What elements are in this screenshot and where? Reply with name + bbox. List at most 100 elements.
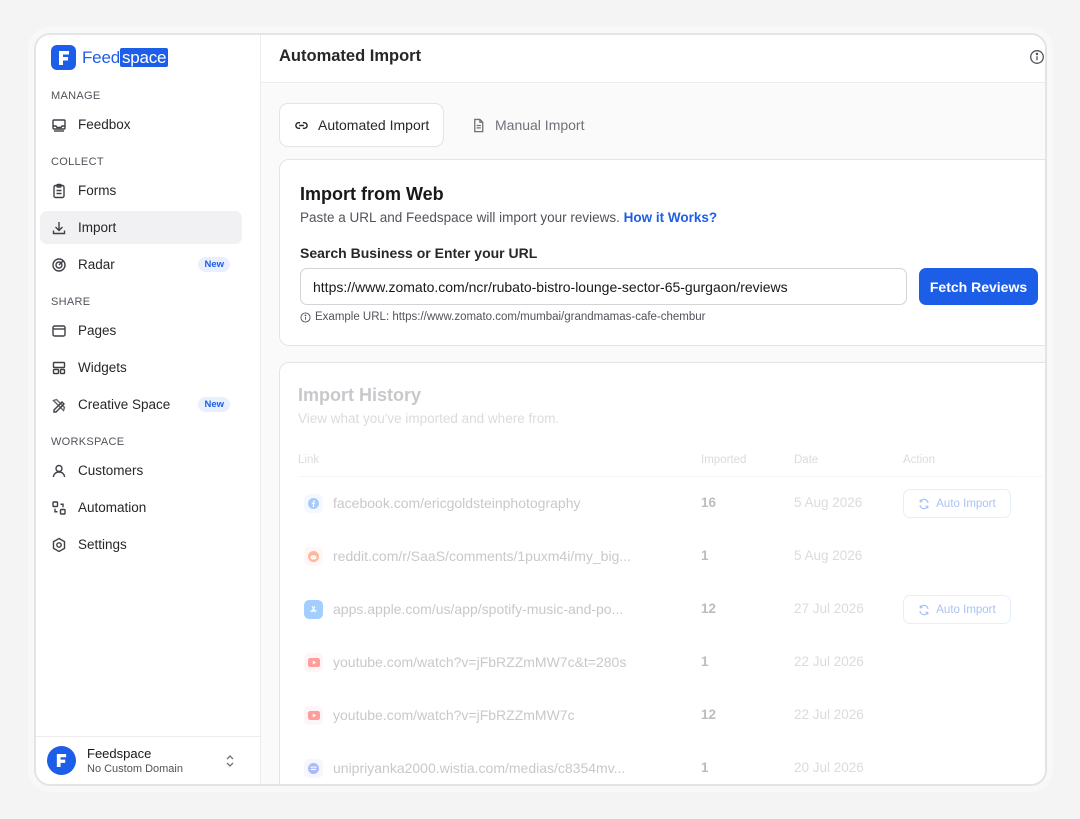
tab-label: Automated Import bbox=[318, 117, 430, 133]
table-row[interactable]: youtube.com/watch?v=jFbRZZmMW7c&t=280s 1… bbox=[280, 636, 1045, 689]
user-icon bbox=[52, 464, 66, 477]
gear-icon bbox=[52, 537, 66, 552]
account-domain: No Custom Domain bbox=[87, 763, 183, 775]
sidebar-item-radar[interactable]: Radar New bbox=[40, 248, 242, 281]
new-badge: New bbox=[198, 397, 230, 412]
youtube-icon bbox=[304, 653, 323, 672]
reddit-icon bbox=[304, 547, 323, 566]
row-imported-count: 1 bbox=[701, 548, 709, 563]
section-manage: MANAGE bbox=[51, 90, 101, 102]
sidebar-item-feedbox[interactable]: Feedbox bbox=[40, 108, 242, 141]
fetch-reviews-button[interactable]: Fetch Reviews bbox=[919, 268, 1038, 305]
sidebar-item-pages[interactable]: Pages bbox=[40, 314, 242, 347]
table-row[interactable]: reddit.com/r/SaaS/comments/1puxm4i/my_bi… bbox=[280, 530, 1045, 583]
link-icon bbox=[295, 121, 308, 129]
card-title: Import from Web bbox=[300, 184, 444, 204]
table-row[interactable]: apps.apple.com/us/app/spotify-music-and-… bbox=[280, 583, 1045, 636]
brand-logo[interactable]: Feed space bbox=[51, 45, 169, 70]
sidebar-item-import[interactable]: Import bbox=[40, 211, 242, 244]
row-date: 27 Jul 2026 bbox=[794, 601, 864, 616]
row-link[interactable]: unipriyanka2000.wistia.com/medias/c8354m… bbox=[333, 760, 625, 776]
row-date: 22 Jul 2026 bbox=[794, 654, 864, 669]
row-date: 20 Jul 2026 bbox=[794, 760, 864, 775]
column-header-link: Link bbox=[298, 454, 320, 466]
sidebar-item-label: Creative Space bbox=[78, 397, 171, 412]
sidebar-item-label: Forms bbox=[78, 183, 117, 198]
table-row[interactable]: facebook.com/ericgoldsteinphotography 16… bbox=[280, 477, 1045, 530]
card-subtitle: Paste a URL and Feedspace will import yo… bbox=[300, 210, 718, 225]
row-link[interactable]: youtube.com/watch?v=jFbRZZmMW7c bbox=[333, 707, 575, 723]
sidebar: Feed space MANAGE Feedbox COLLECT Forms I… bbox=[36, 35, 261, 784]
sidebar-item-label: Feedbox bbox=[78, 117, 131, 132]
sidebar-item-label: Radar bbox=[78, 257, 115, 272]
account-name: Feedspace bbox=[87, 746, 152, 761]
row-imported-count: 12 bbox=[701, 601, 717, 616]
refresh-icon bbox=[919, 498, 929, 509]
row-link[interactable]: facebook.com/ericgoldsteinphotography bbox=[333, 495, 581, 511]
account-switcher[interactable]: Feedspace No Custom Domain bbox=[36, 736, 261, 784]
row-date: 5 Aug 2026 bbox=[794, 548, 863, 563]
url-field-label: Search Business or Enter your URL bbox=[300, 245, 538, 261]
row-link[interactable]: apps.apple.com/us/app/spotify-music-and-… bbox=[333, 601, 623, 617]
column-header-imported: Imported bbox=[701, 454, 747, 466]
tab-label: Manual Import bbox=[495, 117, 585, 133]
app-store-icon bbox=[304, 600, 323, 619]
column-header-date: Date bbox=[794, 454, 819, 466]
sidebar-item-label: Pages bbox=[78, 323, 117, 338]
history-subtitle: View what you've imported and where from… bbox=[298, 411, 560, 426]
pencil-ruler-icon bbox=[52, 398, 66, 413]
app-window: Feed space MANAGE Feedbox COLLECT Forms I… bbox=[34, 33, 1047, 786]
inbox-icon bbox=[52, 118, 66, 132]
row-link[interactable]: youtube.com/watch?v=jFbRZZmMW7c&t=280s bbox=[333, 654, 626, 670]
table-row[interactable]: youtube.com/watch?v=jFbRZZmMW7c 12 22 Ju… bbox=[280, 689, 1045, 742]
import-from-web-card: Import from Web Paste a URL and Feedspac… bbox=[279, 159, 1045, 346]
sidebar-item-label: Customers bbox=[78, 463, 144, 478]
sidebar-item-widgets[interactable]: Widgets bbox=[40, 351, 242, 384]
youtube-icon bbox=[304, 706, 323, 725]
auto-import-button[interactable]: Auto Import bbox=[903, 595, 1011, 624]
row-date: 22 Jul 2026 bbox=[794, 707, 864, 722]
section-workspace: WORKSPACE bbox=[51, 436, 125, 448]
example-url-hint: Example URL: https://www.zomato.com/mumb… bbox=[300, 311, 706, 323]
sidebar-item-customers[interactable]: Customers bbox=[40, 454, 242, 487]
table-row[interactable]: unipriyanka2000.wistia.com/medias/c8354m… bbox=[280, 742, 1045, 784]
workflow-icon bbox=[52, 500, 66, 515]
clipboard-icon bbox=[53, 183, 65, 198]
row-date: 5 Aug 2026 bbox=[794, 495, 863, 510]
new-badge: New bbox=[198, 257, 230, 272]
sidebar-item-automation[interactable]: Automation bbox=[40, 491, 242, 524]
row-imported-count: 16 bbox=[701, 495, 717, 510]
section-share: SHARE bbox=[51, 296, 91, 308]
chevron-up-down-icon bbox=[226, 755, 234, 767]
info-icon[interactable] bbox=[1029, 49, 1045, 65]
section-collect: COLLECT bbox=[51, 156, 104, 168]
import-history-card: Import History View what you've imported… bbox=[279, 362, 1045, 784]
sidebar-item-creative-space[interactable]: Creative Space New bbox=[40, 388, 242, 421]
sidebar-item-label: Automation bbox=[78, 500, 147, 515]
tab-automated-import[interactable]: Automated Import bbox=[279, 103, 445, 147]
row-link[interactable]: reddit.com/r/SaaS/comments/1puxm4i/my_bi… bbox=[333, 548, 631, 564]
facebook-icon bbox=[304, 494, 323, 513]
history-title: Import History bbox=[298, 385, 422, 405]
refresh-icon bbox=[919, 604, 929, 615]
download-icon bbox=[52, 221, 66, 234]
sidebar-item-label: Widgets bbox=[78, 360, 127, 375]
how-it-works-link[interactable]: How it Works? bbox=[624, 210, 718, 225]
sidebar-item-label: Import bbox=[78, 220, 117, 235]
auto-import-button[interactable]: Auto Import bbox=[903, 489, 1011, 518]
row-imported-count: 12 bbox=[701, 707, 717, 722]
main-content: Automated Import Automated Import Manual… bbox=[261, 35, 1045, 784]
url-input[interactable] bbox=[300, 268, 907, 305]
sidebar-item-forms[interactable]: Forms bbox=[40, 174, 242, 207]
sidebar-item-label: Settings bbox=[78, 537, 127, 552]
brand-name: Feed space bbox=[82, 47, 169, 67]
row-imported-count: 1 bbox=[701, 760, 709, 775]
tab-manual-import[interactable]: Manual Import bbox=[457, 103, 598, 147]
sidebar-item-settings[interactable]: Settings bbox=[40, 528, 242, 561]
info-icon bbox=[300, 311, 311, 323]
layout-icon bbox=[52, 361, 66, 374]
row-imported-count: 1 bbox=[701, 654, 709, 669]
document-icon bbox=[474, 118, 484, 132]
top-bar: Automated Import bbox=[261, 35, 1045, 83]
avatar bbox=[47, 746, 76, 775]
